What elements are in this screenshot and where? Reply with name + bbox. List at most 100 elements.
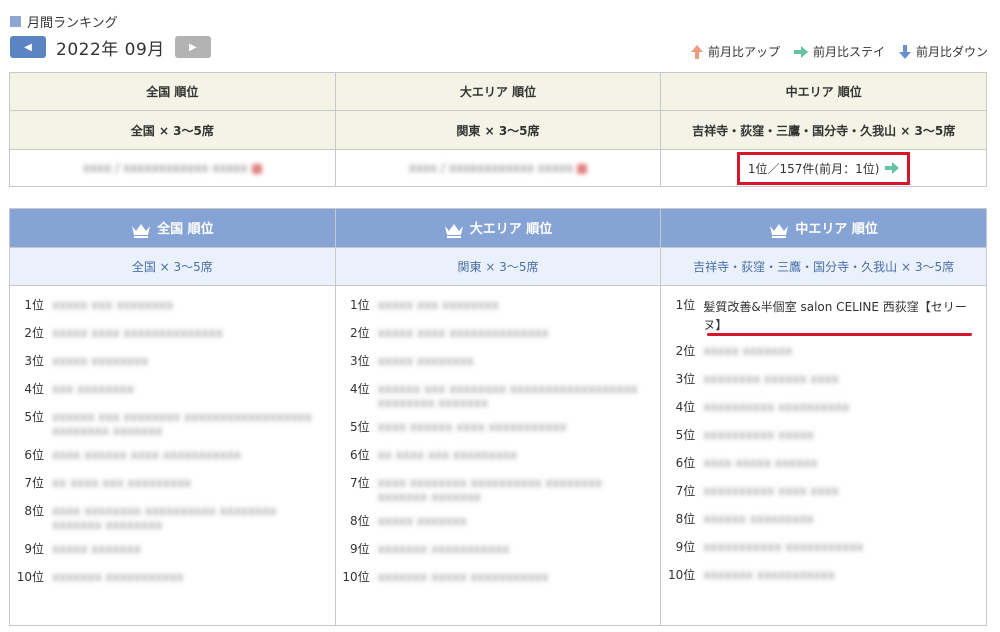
rank-number: 6位 (675, 456, 696, 470)
ranking-list-item: 2位 xxxxx xxxxxxx (661, 344, 986, 358)
rank-number: 7位 (675, 484, 696, 498)
arrow-right-icon (885, 162, 900, 174)
trend-legend: 前月比アップ 前月比ステイ 前月比ダウン (677, 43, 988, 60)
salon-name-link[interactable]: xxxxxx xxx xxxxxxxx xxxxxxxxxxxxxxxxxx x… (52, 410, 335, 438)
salon-name-link[interactable]: xxx xxxxxxxx (52, 382, 335, 396)
summary-header-national: 全国 順位 (9, 72, 336, 111)
ranking-list-item: 5位 xxxxxx xxx xxxxxxxx xxxxxxxxxxxxxxxxxx… (10, 410, 335, 438)
salon-name-link[interactable]: xxxxxx xxx xxxxxxxx xxxxxxxxxxxxxxxxxx x… (378, 382, 661, 410)
ranking-list-item: 6位 xx xxxx xxx xxxxxxxxx (336, 448, 661, 462)
ranking-title-text: 月間ランキング (27, 16, 118, 31)
ranking-subheader-large-area[interactable]: 関東 × 3〜5席 (334, 247, 662, 286)
rank-number: 1位 (24, 298, 44, 312)
salon-name-link[interactable]: xxxxx xxxxxxx (703, 344, 986, 358)
salon-name-link[interactable]: xxxxxxx xxxxxxxxxxx (52, 570, 335, 584)
rank-number: 1位 (675, 298, 696, 312)
previous-month-button[interactable]: ◀ (10, 36, 46, 58)
ranking-list-item: 10位 xxxxxxx xxxxxxxxxxx (10, 570, 335, 584)
ranking-list-item: 9位 xxxxx xxxxxxx (10, 542, 335, 556)
summary-header-large-area: 大エリア 順位 (334, 72, 662, 111)
highlight-underline (707, 333, 972, 336)
salon-name-link[interactable]: xxxxxxx xxxxx xxxxxxxxxxx (378, 570, 661, 584)
ranking-column-mid-area: 1位 髪質改善&半個室 salon CELINE 西荻窪【セリーヌ】 2位 xxxxx… (660, 285, 987, 626)
legend-down: 前月比ダウン (898, 43, 988, 60)
salon-name-link[interactable]: xxxxx xxxx xxxxxxxxxxxxxx (52, 326, 335, 340)
ranking-list-item: 5位 xxxx xxxxxx xxxx xxxxxxxxxxx (336, 420, 661, 434)
mid-area-rank-text: 1位／157件(前月：1位) (747, 161, 880, 176)
rank-number: 7位 (350, 476, 370, 490)
salon-name-link[interactable]: xxxxxxxxxx xxxxxxxxxx (703, 400, 986, 414)
title-marker-icon (10, 16, 21, 27)
salon-name-link[interactable]: xxxxx xxxxxxx (378, 514, 661, 528)
rank-number: 1位 (350, 298, 370, 312)
salon-name-link[interactable]: xxxxxxx xxxxxxxxxxx (703, 568, 986, 582)
salon-name-link[interactable]: xxxxx xxxx xxxxxxxxxxxxxx (378, 326, 661, 340)
rank-number: 8位 (350, 514, 370, 528)
crown-icon (444, 223, 463, 238)
legend-down-label: 前月比ダウン (915, 45, 988, 59)
salon-name-link[interactable]: xxxxxxxxxx xxxx xxxx (703, 484, 986, 498)
rank-number: 10位 (342, 570, 370, 584)
ranking-list-item: 9位 xxxxxxx xxxxxxxxxxx (336, 542, 661, 556)
rank-number: 8位 (24, 504, 44, 518)
ranking-subheader-national[interactable]: 全国 × 3〜5席 (9, 247, 336, 286)
summary-value-national-text: xxxx / xxxxxxxxxxxx xxxxx (83, 161, 248, 175)
ranking-column-national: 1位 xxxxx xxx xxxxxxxx 2位 xxxxx xxxx xxxxxxx… (9, 285, 336, 626)
salon-name-link[interactable]: xxxxx xxxxxxx (52, 542, 335, 556)
ranking-list-item: 8位 xxxx xxxxxxxx xxxxxxxxxx xxxxxxxx xxxx… (10, 504, 335, 532)
salon-name-link[interactable]: xxxx xxxxxxxx xxxxxxxxxx xxxxxxxx xxxxxx… (52, 504, 335, 532)
salon-name-link[interactable]: xxxxx xxx xxxxxxxx (378, 298, 661, 312)
summary-value-large-area-text: xxxx / xxxxxxxxxxxx xxxxx (408, 161, 574, 175)
rank-number: 9位 (350, 542, 370, 556)
ranking-list-item: 1位 髪質改善&半個室 salon CELINE 西荻窪【セリーヌ】 (661, 298, 986, 334)
ranking-list-item: 3位 xxxxx xxxxxxxx (336, 354, 661, 368)
ranking-subheader-mid-area[interactable]: 吉祥寺・荻窪・三鷹・国分寺・久我山 × 3〜5席 (660, 247, 987, 286)
ranking-list-item: 9位 xxxxxxxxxxx xxxxxxxxxxx (661, 540, 986, 554)
rank-number: 2位 (350, 326, 370, 340)
rank-number: 6位 (350, 448, 370, 462)
salon-name-link[interactable]: xxxxxx xxxxxxxxx (703, 512, 986, 526)
rank-number: 7位 (24, 476, 44, 490)
salon-name-link[interactable]: xxxxxxxxxxx xxxxxxxxxxx (703, 540, 986, 554)
salon-name-link[interactable]: xxxxxxxxxx xxxxx (703, 428, 986, 442)
trend-icon (251, 163, 262, 174)
salon-name-link[interactable]: xxxxx xxxxxxxx (378, 354, 661, 368)
legend-stay: 前月比ステイ (793, 43, 885, 60)
summary-subheader-large-area: 関東 × 3〜5席 (334, 110, 662, 150)
ranking-list-item: 1位 xxxxx xxx xxxxxxxx (10, 298, 335, 312)
salon-name-link[interactable]: xxxx xxxxxx xxxx xxxxxxxxxxx (52, 448, 335, 462)
rank-number: 2位 (24, 326, 44, 340)
summary-subheader-mid-area: 吉祥寺・荻窪・三鷹・国分寺・久我山 × 3〜5席 (660, 110, 987, 150)
next-month-button[interactable]: ▶ (174, 36, 211, 58)
ranking-list-item: 1位 xxxxx xxx xxxxxxxx (336, 298, 661, 312)
salon-name-link[interactable]: xxxx xxxxxx xxxx xxxxxxxxxxx (378, 420, 661, 434)
legend-up: 前月比アップ (690, 43, 780, 60)
salon-name-link[interactable]: xx xxxx xxx xxxxxxxxx (378, 448, 661, 462)
salon-name-link[interactable]: xxxx xxxxxxxx xxxxxxxxxx xxxxxxxx xxxxxx… (378, 476, 661, 504)
summary-subheader-national: 全国 × 3〜5席 (9, 110, 336, 150)
ranking-section-title: 月間ランキング (10, 12, 118, 31)
ranking-header-mid-area-label: 中エリア 順位 (795, 222, 878, 238)
salon-name-link[interactable]: xxxxxxx xxxxxxxxxxx (378, 542, 661, 556)
salon-name-link[interactable]: xxxxxxxx xxxxxx xxxx (703, 372, 986, 386)
summary-value-national: xxxx / xxxxxxxxxxxx xxxxx (9, 149, 336, 187)
arrow-up-icon (690, 44, 703, 59)
ranking-list-item: 4位 xxx xxxxxxxx (10, 382, 335, 396)
summary-value-mid-area: 1位／157件(前月：1位) (660, 149, 987, 187)
ranking-header-national: 全国 順位 (9, 208, 336, 248)
salon-name-link[interactable]: 髪質改善&半個室 salon CELINE 西荻窪【セリーヌ】 (703, 298, 986, 334)
salon-name-link[interactable]: xxxxx xxxxxxxx (52, 354, 335, 368)
ranking-list-item: 8位 xxxxx xxxxxxx (336, 514, 661, 528)
summary-value-large-area: xxxx / xxxxxxxxxxxx xxxxx (334, 149, 662, 187)
crown-icon (770, 223, 789, 238)
triangle-right-icon: ▶ (188, 41, 197, 53)
salon-name-link[interactable]: xx xxxx xxx xxxxxxxxx (52, 476, 335, 490)
rank-number: 4位 (675, 400, 696, 414)
ranking-list-item: 10位 xxxxxxx xxxxx xxxxxxxxxxx (336, 570, 661, 584)
salon-name-link[interactable]: xxxx xxxxx xxxxxx (703, 456, 986, 470)
rank-number: 5位 (350, 420, 370, 434)
current-month-label: 2022年 09月 (56, 39, 165, 60)
rank-number: 6位 (24, 448, 44, 462)
salon-name-link[interactable]: xxxxx xxx xxxxxxxx (52, 298, 335, 312)
arrow-right-icon (793, 45, 808, 58)
